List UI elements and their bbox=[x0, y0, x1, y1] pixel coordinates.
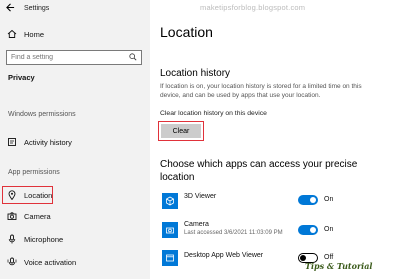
watermark: maketipsforblog.blogspot.com bbox=[200, 3, 306, 12]
title-bar: Settings bbox=[0, 0, 150, 20]
activity-history-label: Activity history bbox=[24, 137, 72, 147]
camera-icon bbox=[6, 210, 18, 222]
windows-permissions-label: Windows permissions bbox=[8, 111, 76, 118]
window-title: Settings bbox=[24, 5, 50, 12]
settings-sidebar: Settings Home Privacy Windows permission… bbox=[0, 0, 150, 279]
app-name-camera: Camera bbox=[184, 221, 209, 228]
microphone-icon bbox=[6, 233, 18, 245]
home-icon bbox=[6, 28, 18, 40]
app-name-3d-viewer: 3D Viewer bbox=[184, 193, 217, 200]
tips-tutorial-watermark: Tips & Tutorial bbox=[305, 261, 373, 271]
activity-history-nav-item[interactable]: Activity history bbox=[4, 134, 148, 150]
location-highlight-box bbox=[2, 186, 53, 204]
clear-history-label: Clear location history on this device bbox=[160, 110, 267, 117]
toggle-3d-viewer[interactable] bbox=[298, 195, 318, 205]
back-arrow-icon[interactable] bbox=[4, 3, 16, 15]
toggle-3d-viewer-state: On bbox=[324, 196, 334, 203]
camera-last-accessed: Last accessed 3/6/2021 11:03:09 PM bbox=[184, 230, 283, 236]
page-title: Location bbox=[160, 24, 213, 40]
app-window-icon bbox=[162, 250, 178, 266]
privacy-heading: Privacy bbox=[8, 73, 35, 82]
search-icon[interactable] bbox=[129, 52, 137, 63]
toggle-camera-state: On bbox=[324, 226, 334, 233]
cube-icon bbox=[162, 193, 178, 209]
app-name-desktop-web-viewer: Desktop App Web Viewer bbox=[184, 252, 264, 259]
location-history-description: If location is on, your location history… bbox=[160, 83, 362, 99]
search-field[interactable] bbox=[6, 50, 142, 65]
sidebar-item-microphone-label: Microphone bbox=[24, 234, 64, 244]
sidebar-item-voice-activation-label: Voice activation bbox=[24, 257, 77, 267]
sidebar-item-microphone[interactable]: Microphone bbox=[4, 231, 148, 247]
toggle-desktop-web-viewer-state: Off bbox=[324, 254, 334, 261]
search-input[interactable] bbox=[11, 54, 121, 61]
clear-button[interactable]: Clear bbox=[161, 124, 201, 138]
location-history-heading: Location history bbox=[160, 68, 231, 79]
camera-app-icon bbox=[162, 222, 178, 238]
precise-location-heading: Choose which apps can access your precis… bbox=[160, 159, 358, 183]
sidebar-item-camera-label: Camera bbox=[24, 211, 51, 221]
app-permissions-label: App permissions bbox=[8, 169, 60, 176]
sidebar-item-voice-activation[interactable]: Voice activation bbox=[4, 254, 148, 270]
activity-history-icon bbox=[6, 136, 18, 148]
toggle-camera[interactable] bbox=[298, 225, 318, 235]
voice-activation-icon bbox=[6, 256, 18, 268]
home-nav-item[interactable]: Home bbox=[4, 26, 148, 42]
home-label: Home bbox=[24, 29, 45, 39]
sidebar-item-camera[interactable]: Camera bbox=[4, 208, 148, 224]
